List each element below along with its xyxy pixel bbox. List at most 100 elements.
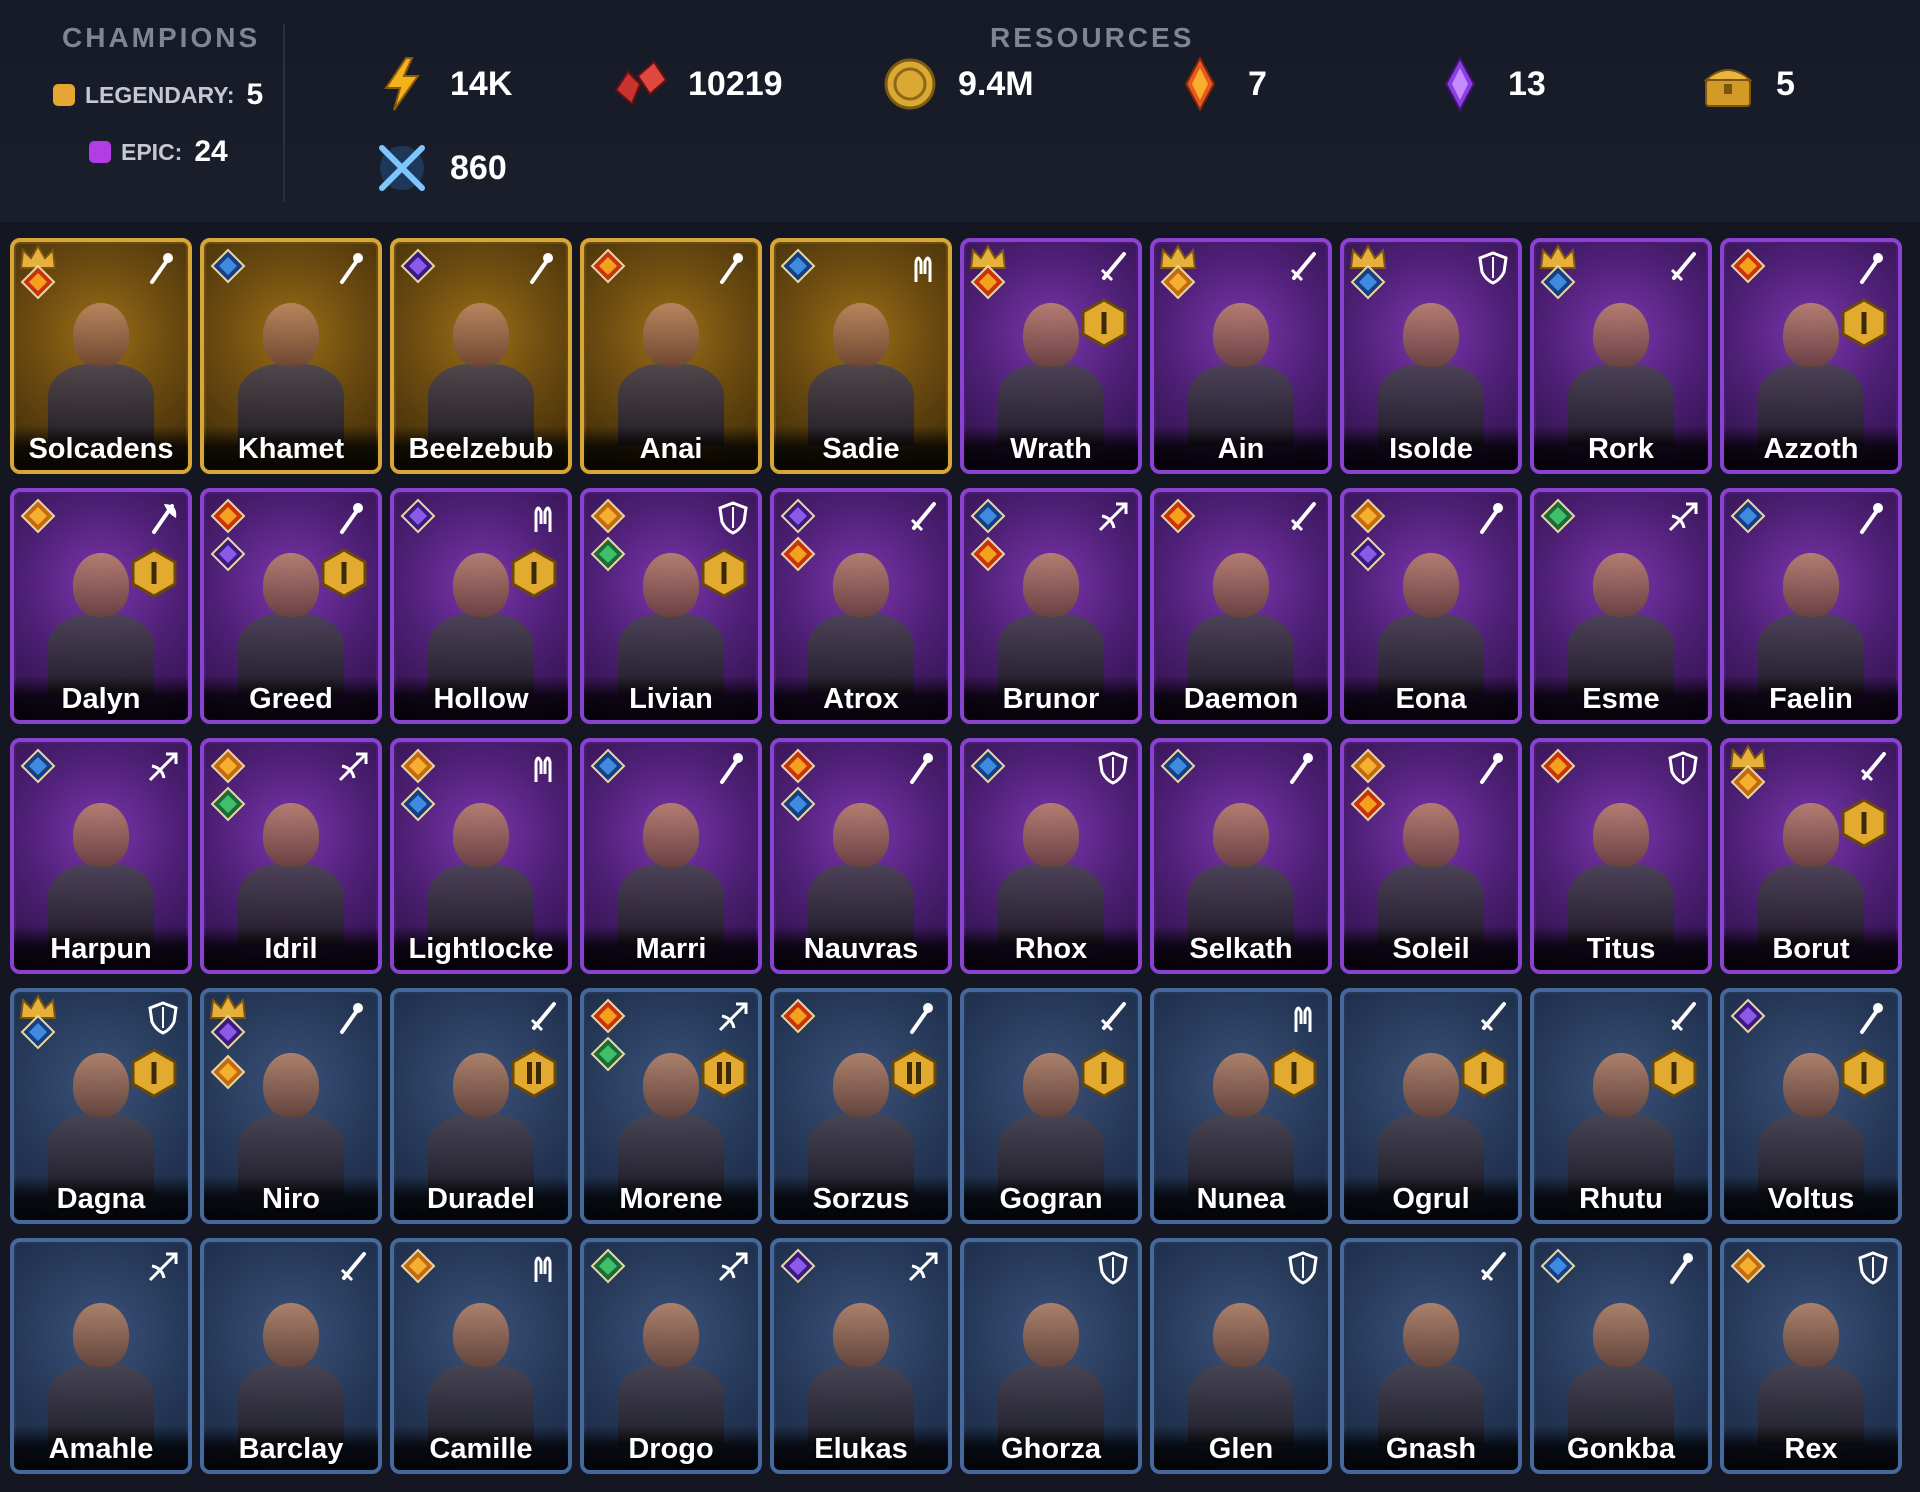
champion-card[interactable]: Ogrul	[1340, 988, 1522, 1224]
champion-name: Camille	[429, 1433, 533, 1465]
champion-card[interactable]: Eona	[1340, 488, 1522, 724]
champion-portrait	[228, 1042, 353, 1196]
champion-card[interactable]: Ain	[1150, 238, 1332, 474]
champion-card[interactable]: Anai	[580, 238, 762, 474]
champion-card[interactable]: Daemon	[1150, 488, 1332, 724]
resource-chests[interactable]: 5	[1698, 54, 1795, 114]
water-affinity-icon	[1160, 748, 1196, 784]
champion-namebar: Gonkba	[1534, 1426, 1708, 1470]
champion-card[interactable]: Lightlocke	[390, 738, 572, 974]
champion-card[interactable]: Amahle	[10, 1238, 192, 1474]
bow-class-icon	[718, 1002, 748, 1032]
champion-card[interactable]: Khamet	[200, 238, 382, 474]
champion-card[interactable]: Voltus	[1720, 988, 1902, 1224]
champion-card[interactable]: Azzoth	[1720, 238, 1902, 474]
champion-card[interactable]: Hollow	[390, 488, 572, 724]
header-divider	[283, 24, 285, 202]
bow-class-icon	[1098, 502, 1128, 532]
resource-rubies[interactable]: 10219	[610, 54, 783, 114]
void-affinity-icon	[400, 248, 436, 284]
champion-card[interactable]: Titus	[1530, 738, 1712, 974]
champion-card[interactable]: Gnash	[1340, 1238, 1522, 1474]
fire-affinity-icon	[1730, 248, 1766, 284]
champion-card[interactable]: Nunea	[1150, 988, 1332, 1224]
resource-energy[interactable]: 14K	[372, 54, 512, 114]
champion-card[interactable]: Sorzus	[770, 988, 952, 1224]
resource-arena-tokens[interactable]: 860	[372, 138, 507, 198]
champion-card[interactable]: Borut	[1720, 738, 1902, 974]
champion-card[interactable]: Brunor	[960, 488, 1142, 724]
champion-card[interactable]: Greed	[200, 488, 382, 724]
shield-class-icon	[1098, 1251, 1128, 1285]
champion-card[interactable]: Faelin	[1720, 488, 1902, 724]
champion-name: Amahle	[48, 1433, 154, 1465]
champion-namebar: Barclay	[204, 1426, 378, 1470]
epic-shard-icon	[1444, 55, 1476, 113]
champion-card[interactable]: Soleil	[1340, 738, 1522, 974]
champion-card[interactable]: Rex	[1720, 1238, 1902, 1474]
fire-affinity-icon	[210, 498, 246, 534]
wand-class-icon	[910, 753, 933, 784]
resource-value: 9.4M	[958, 64, 1034, 103]
champion-card[interactable]: Esme	[1530, 488, 1712, 724]
bow-class-icon	[1668, 502, 1698, 532]
champion-card[interactable]: Morene	[580, 988, 762, 1224]
champion-card[interactable]: Isolde	[1340, 238, 1522, 474]
champion-portrait	[1748, 1292, 1873, 1446]
champion-card[interactable]: Barclay	[200, 1238, 382, 1474]
champion-card[interactable]: Wrath	[960, 238, 1142, 474]
champion-card[interactable]: Selkath	[1150, 738, 1332, 974]
champion-card[interactable]: Idril	[200, 738, 382, 974]
wand-class-icon	[340, 1003, 363, 1034]
champion-card[interactable]: Nauvras	[770, 738, 952, 974]
champion-card[interactable]: Niro	[200, 988, 382, 1224]
ascension-rank-icon	[131, 548, 177, 598]
champion-card[interactable]: Rhutu	[1530, 988, 1712, 1224]
champion-portrait	[1368, 292, 1493, 446]
champion-card[interactable]: Ghorza	[960, 1238, 1142, 1474]
champion-namebar: Drogo	[584, 1426, 758, 1470]
champion-card[interactable]: Elukas	[770, 1238, 952, 1474]
champion-card[interactable]: Marri	[580, 738, 762, 974]
champion-card[interactable]: Atrox	[770, 488, 952, 724]
champion-portrait	[38, 792, 163, 946]
epic-count: 24	[194, 135, 228, 168]
champion-namebar: Duradel	[394, 1176, 568, 1220]
champion-name: Brunor	[1002, 683, 1100, 715]
champion-card[interactable]: Rhox	[960, 738, 1142, 974]
champion-card[interactable]: Sadie	[770, 238, 952, 474]
champion-namebar: Dalyn	[14, 676, 188, 720]
champion-card[interactable]: Glen	[1150, 1238, 1332, 1474]
resource-legendary-shards[interactable]: 7	[1170, 54, 1267, 114]
gold-coin-icon	[884, 58, 936, 110]
champion-namebar: Harpun	[14, 926, 188, 970]
champion-card[interactable]: Beelzebub	[390, 238, 572, 474]
void-affinity-icon	[210, 536, 246, 572]
champion-card[interactable]: Gogran	[960, 988, 1142, 1224]
champion-card[interactable]: Dagna	[10, 988, 192, 1224]
champion-namebar: Dagna	[14, 1176, 188, 1220]
champion-card[interactable]: Dalyn	[10, 488, 192, 724]
champion-card[interactable]: Drogo	[580, 1238, 762, 1474]
champion-card[interactable]: Rork	[1530, 238, 1712, 474]
champion-card[interactable]: Harpun	[10, 738, 192, 974]
champion-card[interactable]: Camille	[390, 1238, 572, 1474]
champion-card[interactable]: Gonkba	[1530, 1238, 1712, 1474]
champion-card[interactable]: Duradel	[390, 988, 572, 1224]
champion-name: Atrox	[823, 683, 899, 715]
champion-namebar: Glen	[1154, 1426, 1328, 1470]
hands-class-icon	[914, 256, 932, 282]
champion-portrait	[228, 292, 353, 446]
hands-class-icon	[534, 1256, 552, 1282]
champion-name: Gnash	[1385, 1433, 1477, 1465]
resource-epic-shards[interactable]: 13	[1430, 54, 1546, 114]
champion-card[interactable]: Livian	[580, 488, 762, 724]
bow-class-icon	[718, 1252, 748, 1282]
champion-name: Duradel	[427, 1183, 535, 1215]
champion-portrait	[1558, 1292, 1683, 1446]
champion-card[interactable]: Solcadens	[10, 238, 192, 474]
champion-namebar: Lightlocke	[394, 926, 568, 970]
ascension-rank-icon	[131, 1048, 177, 1098]
resource-silver[interactable]: 9.4M	[880, 54, 1034, 114]
sword-class-icon	[1480, 1252, 1506, 1282]
